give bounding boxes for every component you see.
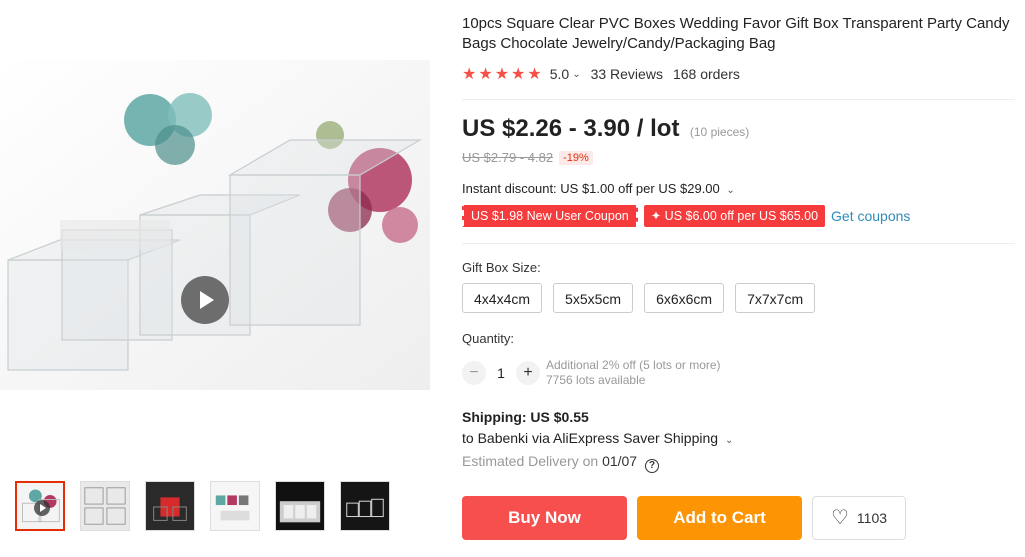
thumbnail-image	[81, 482, 129, 530]
sku-label: Gift Box Size:	[462, 260, 541, 275]
thumbnail-5[interactable]	[275, 481, 325, 531]
thumbnail-6[interactable]	[340, 481, 390, 531]
orders-count: 168 orders	[672, 66, 740, 82]
question-circle-icon[interactable]: ?	[645, 459, 659, 473]
quantity-note: Additional 2% off (5 lots or more) 7756 …	[546, 358, 721, 388]
product-photo	[0, 60, 430, 390]
thumbnail-image	[341, 482, 389, 530]
rating-row: ★ ★ ★ ★ ★ 5.0 ⌄ 33 Reviews 168 orders	[462, 64, 740, 84]
quantity-stepper: − 1 + Additional 2% off (5 lots or more)…	[462, 358, 721, 388]
delivery-date: 01/07	[602, 453, 638, 469]
quantity-label: Quantity:	[462, 331, 515, 346]
chevron-down-icon[interactable]: ⌄	[572, 69, 580, 80]
estimated-delivery: Estimated Delivery on 01/07 ?	[462, 451, 733, 473]
size-option-7x7x7[interactable]: 7x7x7cm	[735, 283, 816, 313]
thumbnail-4[interactable]	[210, 481, 260, 531]
wishlist-count: 1103	[856, 510, 888, 526]
chevron-down-icon: ⌄	[724, 435, 734, 446]
quantity-input[interactable]: 1	[486, 365, 516, 381]
thumbnail-3[interactable]	[145, 481, 195, 531]
instant-discount[interactable]: Instant discount: US $1.00 off per US $2…	[462, 181, 735, 196]
shipping-section: Shipping: US $0.55 to Babenki via AliExp…	[462, 407, 733, 473]
store-coupon[interactable]: ✦ US $6.00 off per US $65.00	[643, 205, 826, 227]
instant-discount-text: Instant discount: US $1.00 off per US $2…	[462, 181, 720, 196]
size-option-6x6x6[interactable]: 6x6x6cm	[644, 283, 725, 313]
thumbnail-image	[146, 482, 194, 530]
original-price: US $2.79 - 4.82	[462, 150, 554, 165]
coupon-row: US $1.98 New User Coupon ✦ US $6.00 off …	[462, 205, 910, 227]
size-option-5x5x5[interactable]: 5x5x5cm	[553, 283, 634, 313]
original-price-row: US $2.79 - 4.82 -19%	[462, 150, 593, 165]
shipping-method[interactable]: to Babenki via AliExpress Saver Shipping…	[462, 428, 733, 451]
star-icon: ★	[494, 66, 510, 83]
thumbnail-image	[276, 482, 324, 530]
star-icon: ★	[527, 66, 542, 83]
add-to-cart-button[interactable]: Add to Cart	[637, 496, 802, 540]
reviews-link[interactable]: 33 Reviews	[591, 66, 663, 82]
bulk-discount-note: Additional 2% off (5 lots or more)	[546, 358, 721, 372]
price-row: US $2.26 - 3.90 / lot (10 pieces)	[462, 115, 749, 143]
size-option-4x4x4[interactable]: 4x4x4cm	[462, 283, 543, 313]
new-user-coupon[interactable]: US $1.98 New User Coupon	[462, 205, 638, 227]
quantity-increase-button[interactable]: +	[516, 361, 540, 385]
play-video-button[interactable]	[181, 276, 229, 324]
wishlist-button[interactable]: ♡ 1103	[812, 496, 906, 540]
thumbnail-2[interactable]	[80, 481, 130, 531]
action-buttons: Buy Now Add to Cart ♡ 1103	[462, 496, 916, 540]
product-title: 10pcs Square Clear PVC Boxes Wedding Fav…	[462, 15, 1010, 52]
buy-now-button[interactable]: Buy Now	[462, 496, 627, 540]
main-product-image[interactable]	[0, 60, 430, 390]
thumbnail-1[interactable]	[15, 481, 65, 531]
discount-badge: -19%	[559, 150, 593, 165]
chevron-down-icon: ⌄	[726, 185, 735, 196]
thumbnail-image	[211, 482, 259, 530]
star-icon: ★	[462, 66, 477, 83]
size-options: 4x4x4cm 5x5x5cm 6x6x6cm 7x7x7cm	[462, 283, 826, 313]
stock-available: 7756 lots available	[546, 373, 646, 387]
star-icon: ★	[511, 66, 526, 83]
rating-value[interactable]: 5.0	[550, 66, 569, 82]
star-icon: ★	[478, 66, 493, 83]
divider	[462, 99, 1015, 100]
current-price: US $2.26 - 3.90 / lot	[462, 115, 680, 142]
heart-icon: ♡	[830, 507, 849, 529]
shipping-method-text: to Babenki via AliExpress Saver Shipping	[462, 430, 719, 446]
lot-pieces: (10 pieces)	[689, 125, 750, 139]
play-icon	[34, 500, 50, 516]
delivery-label: Estimated Delivery on	[462, 453, 603, 469]
quantity-decrease-button[interactable]: −	[462, 361, 486, 385]
divider	[462, 243, 1015, 244]
shipping-cost: Shipping: US $0.55	[462, 409, 589, 425]
get-coupons-link[interactable]: Get coupons	[831, 208, 910, 224]
